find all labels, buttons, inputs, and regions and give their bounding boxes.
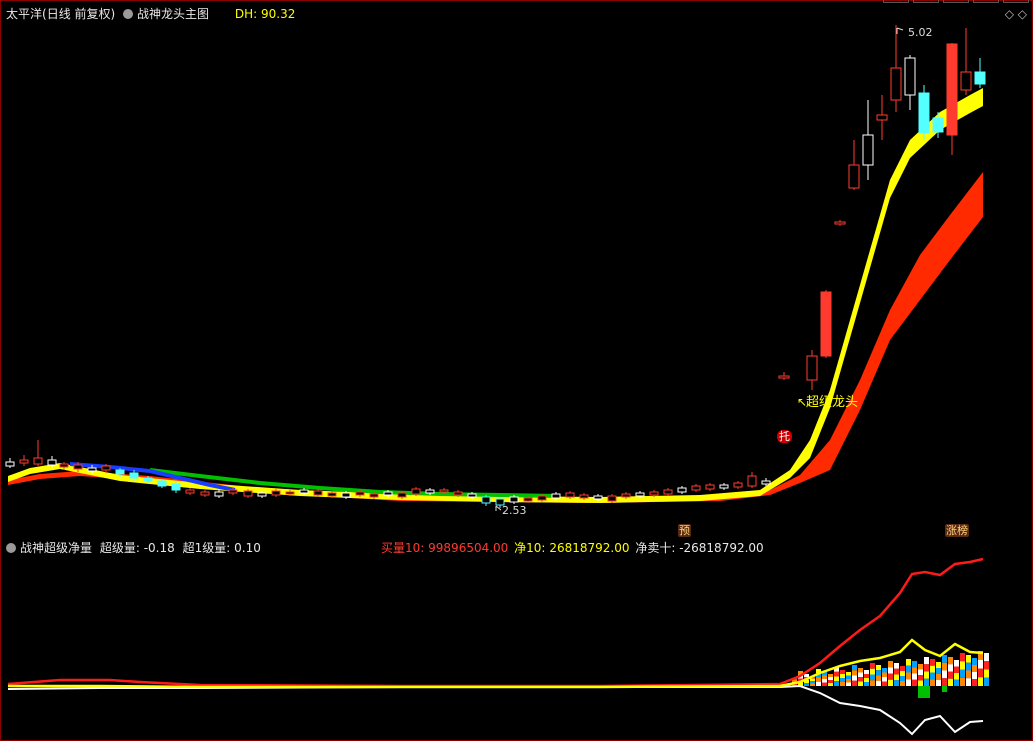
zhangbang-tag[interactable]: 涨榜: [945, 524, 969, 537]
candle: [890, 25, 902, 112]
candle: [733, 481, 743, 489]
candle: [719, 483, 729, 490]
low-price-label: 2.53: [502, 504, 527, 517]
candle: [691, 484, 701, 492]
candlestick-chart[interactable]: 5.02 2.53 ↖ 超级龙头: [0, 0, 1033, 537]
signal-text: 超级龙头: [806, 395, 858, 410]
candle: [481, 495, 491, 506]
candle: [834, 220, 846, 226]
candle: [705, 483, 715, 491]
candle: [214, 490, 224, 498]
candle: [663, 488, 673, 496]
candle: [974, 58, 986, 88]
candle: [862, 100, 874, 180]
candle: [19, 455, 29, 466]
volume-bars: [792, 651, 989, 698]
candle: [820, 290, 832, 358]
net-volume-chart[interactable]: [0, 538, 1033, 740]
candle: [918, 85, 930, 140]
candle: [806, 350, 818, 390]
candle: [171, 482, 181, 493]
candle: [33, 440, 43, 466]
tuo-tag[interactable]: 托: [777, 430, 792, 443]
candle: [876, 95, 888, 140]
high-price-label: 5.02: [908, 26, 933, 39]
candle: [778, 372, 790, 380]
candle: [848, 140, 860, 190]
candle: [200, 490, 210, 497]
candle: [677, 486, 687, 494]
yu-tag[interactable]: 预: [678, 524, 691, 537]
high-arrow-icon: [896, 27, 904, 34]
candle: [5, 458, 15, 468]
candle: [747, 472, 757, 488]
candle: [946, 43, 958, 155]
white-line: [7, 684, 984, 736]
candle: [960, 28, 972, 95]
candle: [904, 55, 916, 110]
candle: [185, 488, 195, 495]
